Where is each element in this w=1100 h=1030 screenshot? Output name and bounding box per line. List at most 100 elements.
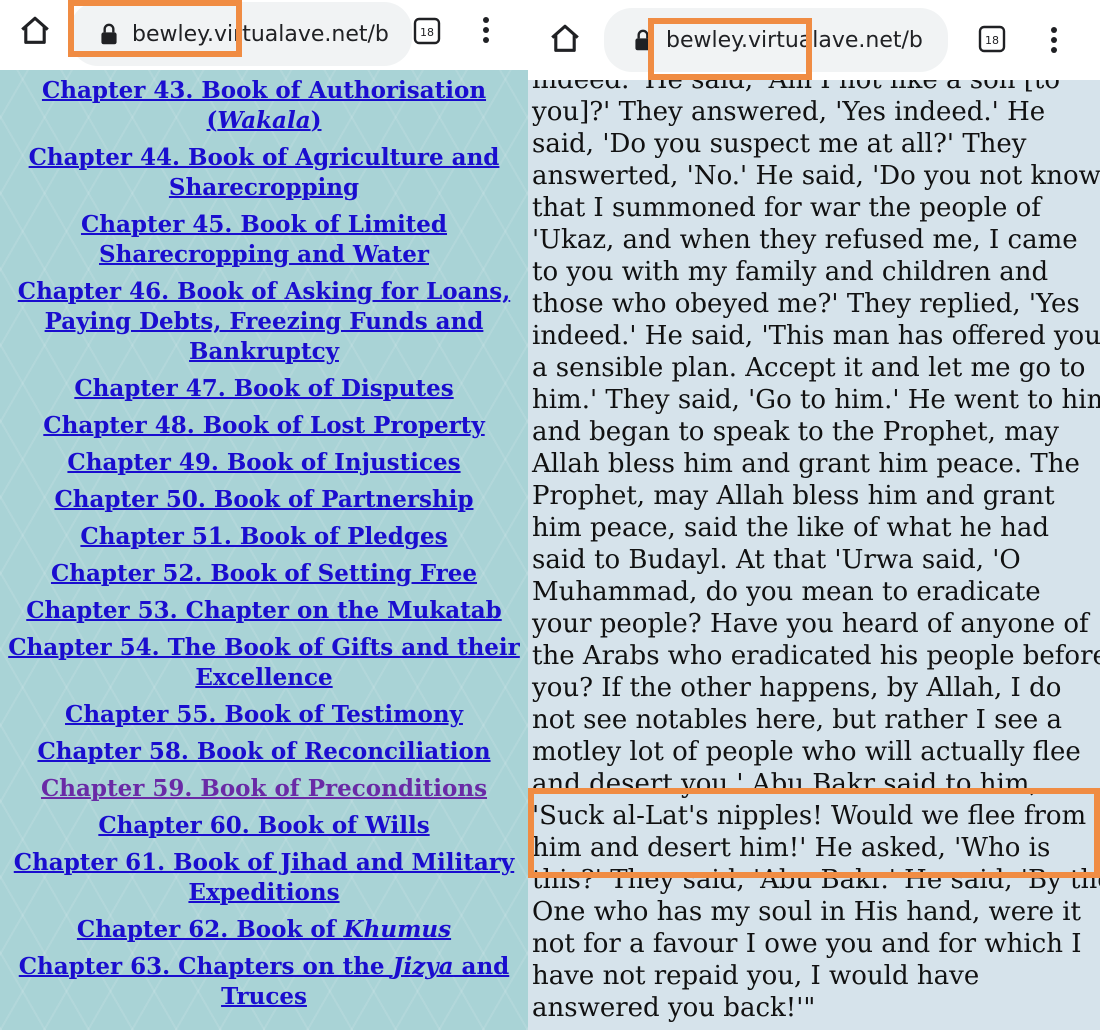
chapter-link-text: Chapter 63. Chapters on the — [18, 953, 393, 980]
quote-highlight-box — [528, 788, 1100, 878]
text-line: One who has my soul in His hand, were it — [532, 897, 1081, 927]
text-line: the Arabs who eradicated his people befo… — [532, 641, 1100, 671]
chapter-link[interactable]: Chapter 60. Book of Wills — [98, 812, 429, 839]
chapter-link[interactable]: Chapter 52. Book of Setting Free — [51, 560, 477, 587]
text-line: those who obeyed me?' They replied, 'Yes — [532, 289, 1080, 319]
tab-switcher-icon[interactable]: 18 — [977, 24, 1007, 54]
chapter-list-item: Chapter 51. Book of Pledges — [6, 522, 522, 552]
chapter-link-text: Chapter 46. Book of Asking for Loans, Pa… — [17, 278, 511, 365]
tab-switcher-icon[interactable]: 18 — [412, 16, 442, 46]
text-line: Allah bless him and grant him peace. The — [532, 449, 1080, 479]
browser-toolbar: bewley.virtualave.net/b 18 — [528, 0, 1100, 80]
chapter-list-item: Chapter 43. Book of Authorisation (Wakal… — [6, 76, 522, 136]
chapter-link[interactable]: Chapter 61. Book of Jihad and Military E… — [14, 849, 514, 906]
chapter-link-text: ) — [310, 107, 322, 134]
chapter-list-item: Chapter 59. Book of Preconditions — [6, 774, 522, 804]
chapter-list-item: Chapter 53. Chapter on the Mukatab — [6, 596, 522, 626]
chapter-list-item: Chapter 52. Book of Setting Free — [6, 559, 522, 589]
chapter-list-item: Chapter 61. Book of Jihad and Military E… — [6, 848, 522, 908]
text-line: Prophet, may Allah bless him and grant — [532, 481, 1055, 511]
chapter-link-text: Chapter 44. Book of Agriculture and Shar… — [28, 144, 500, 201]
chapter-link-text: Chapter 52. Book of Setting Free — [50, 560, 478, 587]
home-icon[interactable] — [18, 14, 52, 48]
text-line: Muhammad, do you mean to eradicate — [532, 577, 1041, 607]
text-line: your people? Have you heard of anyone of — [532, 609, 1089, 639]
chapter-link-italic-text: Jizya — [392, 953, 454, 980]
chapter-link-italic-text: Khumus — [343, 916, 452, 943]
chapter-link[interactable]: Chapter 59. Book of Preconditions — [41, 775, 487, 802]
chapter-list-item: Chapter 48. Book of Lost Property — [6, 411, 522, 441]
text-line: indeed.' He said, 'Am I not like a son [… — [532, 80, 1060, 95]
chapter-link-text: Chapter 58. Book of Reconciliation — [37, 738, 491, 765]
home-icon[interactable] — [548, 22, 582, 56]
text-line: a sensible plan. Accept it and let me go… — [532, 353, 1086, 383]
chapter-list-item: Chapter 49. Book of Injustices — [6, 448, 522, 478]
chapter-link[interactable]: Chapter 44. Book of Agriculture and Shar… — [29, 144, 500, 201]
chapter-link[interactable]: Chapter 51. Book of Pledges — [80, 523, 447, 550]
chapter-link-text: Chapter 54. The Book of Gifts and their … — [8, 634, 520, 691]
chapter-link[interactable]: Chapter 63. Chapters on the Jizya and Tr… — [19, 953, 510, 1010]
hadith-text: indeed.' He said, 'Am I not like a son [… — [532, 80, 1100, 1024]
chapter-link[interactable]: Chapter 50. Book of Partnership — [54, 486, 473, 513]
text-line: answered you back!'" — [532, 993, 816, 1023]
text-line: indeed.' He said, 'This man has offered … — [532, 321, 1100, 351]
chapter-link-text: Chapter 50. Book of Partnership — [54, 486, 474, 513]
chapter-link-text: Chapter 59. Book of Preconditions — [40, 775, 488, 802]
chapter-link-text: Chapter 51. Book of Pledges — [80, 523, 448, 550]
chapter-link-text: Chapter 60. Book of Wills — [98, 812, 430, 839]
chapter-list-item: Chapter 44. Book of Agriculture and Shar… — [6, 143, 522, 203]
chapter-index-page: Chapter 43. Book of Authorisation (Wakal… — [0, 70, 528, 1030]
chapter-link[interactable]: Chapter 45. Book of Limited Sharecroppin… — [81, 211, 447, 268]
chapter-list-item: Chapter 60. Book of Wills — [6, 811, 522, 841]
text-line: have not repaid you, I would have — [532, 961, 980, 991]
text-line: motley lot of people who will actually f… — [532, 737, 1081, 767]
text-line: answerted, 'No.' He said, 'Do you not kn… — [532, 161, 1100, 191]
chapter-link-text: Chapter 61. Book of Jihad and Military E… — [13, 849, 515, 906]
chapter-list-item: Chapter 47. Book of Disputes — [6, 374, 522, 404]
text-line: to you with my family and children and — [532, 257, 1049, 287]
chapter-list-item: Chapter 50. Book of Partnership — [6, 485, 522, 515]
right-screenshot: bewley.virtualave.net/b 18 indeed.' He s… — [528, 0, 1100, 1030]
reading-page: indeed.' He said, 'Am I not like a son [… — [528, 80, 1100, 1030]
url-highlight-box — [68, 0, 242, 57]
chapter-link-text: Chapter 53. Chapter on the Mukatab — [26, 597, 502, 624]
text-line: him.' They said, 'Go to him.' He went to… — [532, 385, 1100, 415]
chapter-link-text: Chapter 62. Book of — [76, 916, 344, 943]
chapter-list: Chapter 43. Book of Authorisation (Wakal… — [6, 76, 522, 1019]
tab-count: 18 — [985, 34, 999, 47]
chapter-list-item: Chapter 62. Book of Khumus — [6, 915, 522, 945]
chapter-link[interactable]: Chapter 55. Book of Testimony — [65, 701, 463, 728]
chapter-list-item: Chapter 54. The Book of Gifts and their … — [6, 633, 522, 693]
chapter-link[interactable]: Chapter 53. Chapter on the Mukatab — [26, 597, 502, 624]
chapter-link[interactable]: Chapter 46. Book of Asking for Loans, Pa… — [18, 278, 510, 365]
chapter-link[interactable]: Chapter 43. Book of Authorisation (Wakal… — [42, 77, 486, 134]
chapter-link-text: Chapter 45. Book of Limited Sharecroppin… — [80, 211, 448, 268]
chapter-list-item: Chapter 63. Chapters on the Jizya and Tr… — [6, 952, 522, 1012]
chapter-list-item: Chapter 46. Book of Asking for Loans, Pa… — [6, 277, 522, 367]
chapter-list-item: Chapter 55. Book of Testimony — [6, 700, 522, 730]
text-line: not for a favour I owe you and for which… — [532, 929, 1082, 959]
tab-count: 18 — [420, 26, 434, 39]
chapter-list-item: Chapter 45. Book of Limited Sharecroppin… — [6, 210, 522, 270]
chapter-link[interactable]: Chapter 47. Book of Disputes — [74, 375, 453, 402]
overflow-menu-icon[interactable] — [481, 15, 491, 45]
text-line: you]?' They answered, 'Yes indeed.' He — [532, 97, 1046, 127]
chapter-link[interactable]: Chapter 49. Book of Injustices — [67, 449, 460, 476]
text-line: said to Budayl. At that 'Urwa said, 'O — [532, 545, 1021, 575]
text-line: that I summoned for war the people of — [532, 193, 1041, 223]
text-line: said, 'Do you suspect me at all?' They — [532, 129, 1027, 159]
chapter-link-text: Chapter 47. Book of Disputes — [74, 375, 454, 402]
chapter-link-text: Chapter 55. Book of Testimony — [65, 701, 463, 728]
chapter-link-text: Chapter 49. Book of Injustices — [67, 449, 461, 476]
text-line: not see notables here, but rather I see … — [532, 705, 1062, 735]
chapter-link[interactable]: Chapter 58. Book of Reconciliation — [37, 738, 490, 765]
text-line: you? If the other happens, by Allah, I d… — [532, 673, 1062, 703]
chapter-link[interactable]: Chapter 54. The Book of Gifts and their … — [8, 634, 520, 691]
chapter-link-text: Chapter 48. Book of Lost Property — [43, 412, 485, 439]
text-line: and began to speak to the Prophet, may — [532, 417, 1059, 447]
overflow-menu-icon[interactable] — [1049, 25, 1059, 55]
chapter-list-item: Chapter 58. Book of Reconciliation — [6, 737, 522, 767]
text-line: 'Ukaz, and when they refused me, I came — [532, 225, 1078, 255]
chapter-link[interactable]: Chapter 48. Book of Lost Property — [43, 412, 484, 439]
chapter-link[interactable]: Chapter 62. Book of Khumus — [77, 916, 451, 943]
